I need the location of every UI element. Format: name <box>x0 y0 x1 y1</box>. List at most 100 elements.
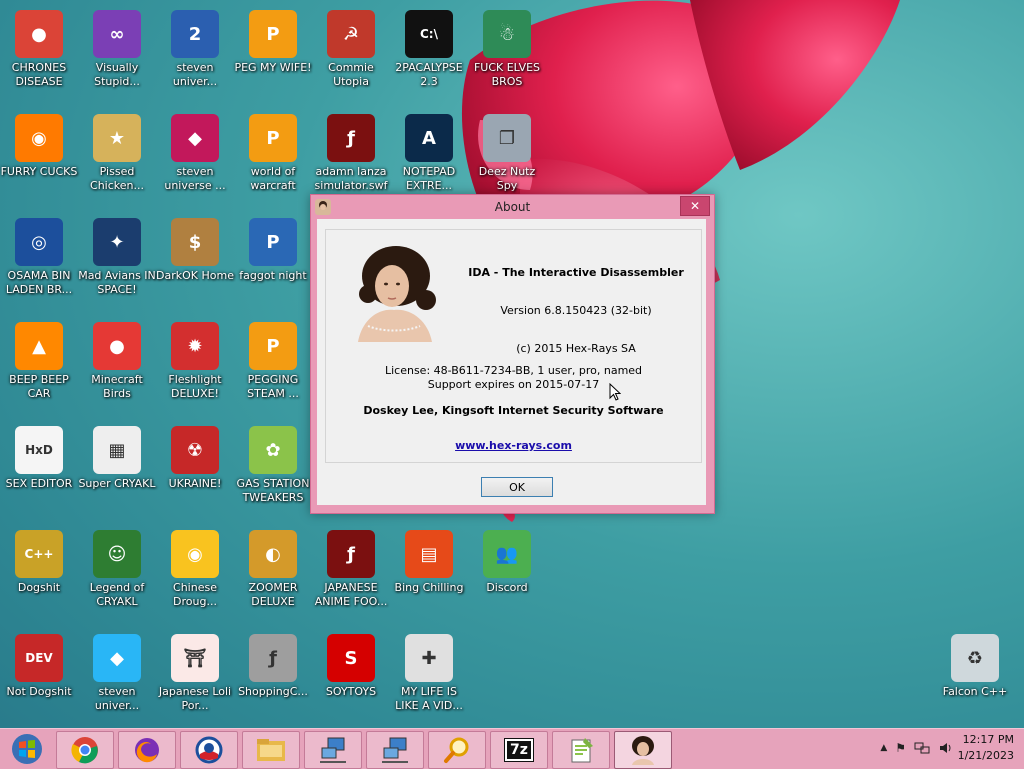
about-title: About <box>494 200 531 214</box>
desktop-icon-label: Fleshlight DELUXE! <box>168 373 222 400</box>
desktop-icon-label: PEG MY WIFE! <box>234 61 312 74</box>
desktop-icon[interactable]: ▲ BEEP BEEP CAR <box>0 314 78 414</box>
taskbar-file-explorer[interactable] <box>242 731 300 769</box>
desktop-icon[interactable]: ☭ Commie Utopia <box>312 2 390 102</box>
notepad-extreme-icon: A <box>405 114 453 162</box>
desktop-icon[interactable]: ✦ Mad Avians IN SPACE! <box>78 210 156 310</box>
desktop-icon[interactable]: ◆ steven universe ... <box>156 106 234 206</box>
mouse-cursor-icon <box>609 383 621 401</box>
desktop-icon[interactable]: ✚ MY LIFE IS LIKE A VID... <box>390 626 468 726</box>
version-text: Version 6.8.150423 (32-bit) <box>500 304 652 317</box>
soy-s-icon: S <box>327 634 375 682</box>
messenger-people-icon: 👥 <box>483 530 531 578</box>
peggle-icon: P <box>249 322 297 370</box>
start-button[interactable] <box>4 731 50 767</box>
flash-icon: ƒ <box>327 530 375 578</box>
desktop-icon[interactable]: A NOTEPAD EXTRE... <box>390 106 468 206</box>
desktop-icon[interactable]: 👥 Discord <box>468 522 546 622</box>
desktop-icon[interactable]: ƒ adamn lanza simulator.swf <box>312 106 390 206</box>
desktop-icon[interactable]: ◐ ZOOMER DELUXE <box>234 522 312 622</box>
desktop-icon-label: Deez Nutz Spy <box>478 165 536 192</box>
desktop-icon[interactable]: S SOYTOYS <box>312 626 390 726</box>
desktop-icon[interactable]: HxD SEX EDITOR <box>0 418 78 518</box>
taskbar-network-utility-2[interactable] <box>366 731 424 769</box>
desktop-icon[interactable]: P PEG MY WIFE! <box>234 2 312 102</box>
desktop-icon-label: steven universe ... <box>164 165 226 192</box>
desktop-icon[interactable]: ƒ ShoppingC... <box>234 626 312 726</box>
steven-universe-gem-icon: ◆ <box>171 114 219 162</box>
hxd-icon: HxD <box>15 426 63 474</box>
taskbar-firefox[interactable] <box>118 731 176 769</box>
desktop-icon[interactable]: ● Minecraft Birds <box>78 314 156 414</box>
desktop-icon-label: NOTEPAD EXTRE... <box>402 165 456 192</box>
ok-button[interactable]: OK <box>481 477 553 497</box>
desktop-icon[interactable]: ☢ UKRAINE! <box>156 418 234 518</box>
notepad-plus-icon <box>571 738 593 763</box>
peggle-icon: P <box>249 10 297 58</box>
desktop-icon[interactable]: ◉ FURRY CUCKS <box>0 106 78 206</box>
desktop-icon[interactable]: ƒ JAPANESE ANIME FOO... <box>312 522 390 622</box>
desktop-icon[interactable]: ◆ steven univer... <box>78 626 156 726</box>
desktop-icon-label: ZOOMER DELUXE <box>248 581 298 608</box>
desktop-icon[interactable]: P PEGGING STEAM ... <box>234 314 312 414</box>
desktop-icon-label: PEGGING STEAM ... <box>247 373 299 400</box>
desktop-icon[interactable]: ▦ Super CRYAKL <box>78 418 156 518</box>
taskbar-magnifier[interactable] <box>428 731 486 769</box>
desktop-icon[interactable]: ◎ OSAMA BIN LADEN BR... <box>0 210 78 310</box>
desktop-icon[interactable]: $ DarkOK Home <box>156 210 234 310</box>
network-icon[interactable] <box>914 741 930 755</box>
action-center-flag-icon[interactable]: ⚑ <box>895 741 906 755</box>
torii-gate-icon: ⛩ <box>171 634 219 682</box>
folder-icon <box>257 739 285 761</box>
desktop-icon[interactable]: ▤ Bing Chilling <box>390 522 468 622</box>
desktop-icon[interactable]: ∞ Visually Stupid... <box>78 2 156 102</box>
taskbar-notepad-plus[interactable] <box>552 731 610 769</box>
desktop-icon[interactable]: ★ Pissed Chicken... <box>78 106 156 206</box>
start-orb-icon <box>12 734 42 764</box>
desktop-icon[interactable]: ❐ Deez Nutz Spy <box>468 106 546 206</box>
desktop-icon-label: steven univer... <box>94 685 140 712</box>
close-button[interactable]: ✕ <box>680 196 710 216</box>
mahjong-tile-icon: ◉ <box>171 530 219 578</box>
desktop-icon[interactable]: C++ Dogshit <box>0 522 78 622</box>
desktop-icon[interactable]: Pworld of warcraft <box>234 106 312 206</box>
taskbar-7zip[interactable]: 7z <box>490 731 548 769</box>
desktop-icon[interactable]: ✿ GAS STATION TWEAKERS <box>234 418 312 518</box>
desktop-icon-label: JAPANESE ANIME FOO... <box>314 581 388 608</box>
desktop-icon[interactable]: ⛩ Japanese Loli Por... <box>156 626 234 726</box>
dev-cpp-icon: DEV <box>15 634 63 682</box>
desktop-icon[interactable]: ♻ Falcon C++ <box>936 626 1014 726</box>
clock[interactable]: 12:17 PM 1/21/2023 <box>944 732 1014 764</box>
close-icon: ✕ <box>689 199 701 213</box>
network-computer-icon <box>320 737 346 763</box>
desktop-icon[interactable]: DEV Not Dogshit <box>0 626 78 726</box>
desktop-icon[interactable]: 2 steven univer... <box>156 2 234 102</box>
taskbar-network-utility[interactable] <box>304 731 362 769</box>
show-hidden-icons-icon[interactable]: ▲ <box>880 743 887 753</box>
desktop-icon[interactable]: ◉ Chinese Droug... <box>156 522 234 622</box>
desktop-icon-label: BEEP BEEP CAR <box>9 373 69 400</box>
recycle-bin-icon: ♻ <box>951 634 999 682</box>
desktop-icon[interactable]: ☃ FUCK ELVES BROS <box>468 2 546 102</box>
desktop-icon-label: GAS STATION TWEAKERS <box>236 477 310 504</box>
about-titlebar[interactable]: About ✕ <box>311 195 714 219</box>
taskbar-ida[interactable] <box>614 731 672 769</box>
desktop-icon-label: Discord <box>486 581 528 594</box>
desktop-icon[interactable]: C:\ 2PACALYPSE 2.3 <box>390 2 468 102</box>
red-fuzzball-icon: ✹ <box>171 322 219 370</box>
windows-stack-icon: ❐ <box>483 114 531 162</box>
desktop-icon-label: world of warcraft <box>250 165 296 192</box>
desktop-icon[interactable]: ● CHRONES DISEASE <box>0 2 78 102</box>
ida-portrait-icon <box>632 736 654 765</box>
peggle-nights-icon: P <box>249 218 297 266</box>
desktop-icon[interactable]: ☺ Legend of CRYAKL <box>78 522 156 622</box>
about-info-panel: IDA - The Interactive Disassembler Versi… <box>325 229 702 463</box>
taskbar-chrome[interactable] <box>56 731 114 769</box>
taskbar-obama-logo[interactable] <box>180 731 238 769</box>
desktop-icon[interactable]: ✹ Fleshlight DELUXE! <box>156 314 234 414</box>
chrome-icon: ● <box>15 10 63 58</box>
website-link[interactable]: www.hex-rays.com <box>326 439 701 452</box>
desktop-icon[interactable]: Pfaggot night <box>234 210 312 310</box>
desktop-icon-label: Not Dogshit <box>6 685 72 698</box>
flower-icon: ✿ <box>249 426 297 474</box>
